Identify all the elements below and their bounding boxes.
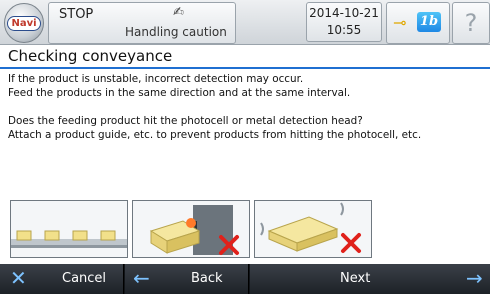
arrow-right-icon: → (466, 266, 483, 290)
instruction-line: Does the feeding product hit the photoce… (8, 115, 363, 127)
instruction-text: If the product is unstable, incorrect de… (8, 72, 486, 142)
caution-label: Handling caution (125, 25, 227, 39)
status-panel: STOP ✍ Handling caution (48, 2, 236, 44)
illustration-unstable-product (254, 200, 372, 258)
date-text: 2014-10-21 (309, 6, 379, 20)
page-title: Checking conveyance (8, 47, 173, 65)
instruction-line: Attach a product guide, etc. to prevent … (8, 129, 422, 141)
arrow-left-icon: ← (133, 266, 150, 290)
unstable-product-image (260, 202, 361, 253)
title-bar: Checking conveyance (0, 45, 490, 69)
navi-logo: Navi (7, 15, 41, 31)
machine-status: STOP (59, 7, 94, 22)
caution-icon: ✍ (173, 5, 184, 20)
x-icon: ✕ (10, 266, 27, 290)
instruction-line: Feed the products in the same direction … (8, 87, 351, 99)
cancel-button[interactable]: ✕ Cancel (0, 264, 124, 294)
cancel-label: Cancel (62, 271, 107, 286)
conveyor-image (11, 230, 127, 248)
bottom-nav-bar: ✕ Cancel ← Back Next → (0, 264, 490, 294)
back-button[interactable]: ← Back (125, 264, 249, 294)
key-icon: ⊸ (393, 13, 407, 32)
instruction-line: If the product is unstable, incorrect de… (8, 73, 304, 85)
status-bar: Navi STOP ✍ Handling caution 2014-10-21 … (0, 0, 490, 45)
next-button[interactable]: Next → (250, 264, 490, 294)
next-label: Next (340, 271, 371, 286)
x-mark-icon (341, 233, 361, 253)
level-badge: 1b (417, 12, 441, 32)
user-level-button[interactable]: ⊸ 1b (386, 2, 450, 44)
help-button[interactable]: ? (452, 2, 490, 44)
illustration-aligned-products (10, 200, 128, 258)
illustration-product-hits-photocell (132, 200, 250, 258)
time-text: 10:55 (326, 23, 362, 37)
photocell-collision-image (149, 205, 239, 255)
clock: 2014-10-21 10:55 (306, 2, 382, 42)
back-label: Back (191, 271, 223, 286)
navi-logo-button[interactable]: Navi (4, 3, 44, 43)
